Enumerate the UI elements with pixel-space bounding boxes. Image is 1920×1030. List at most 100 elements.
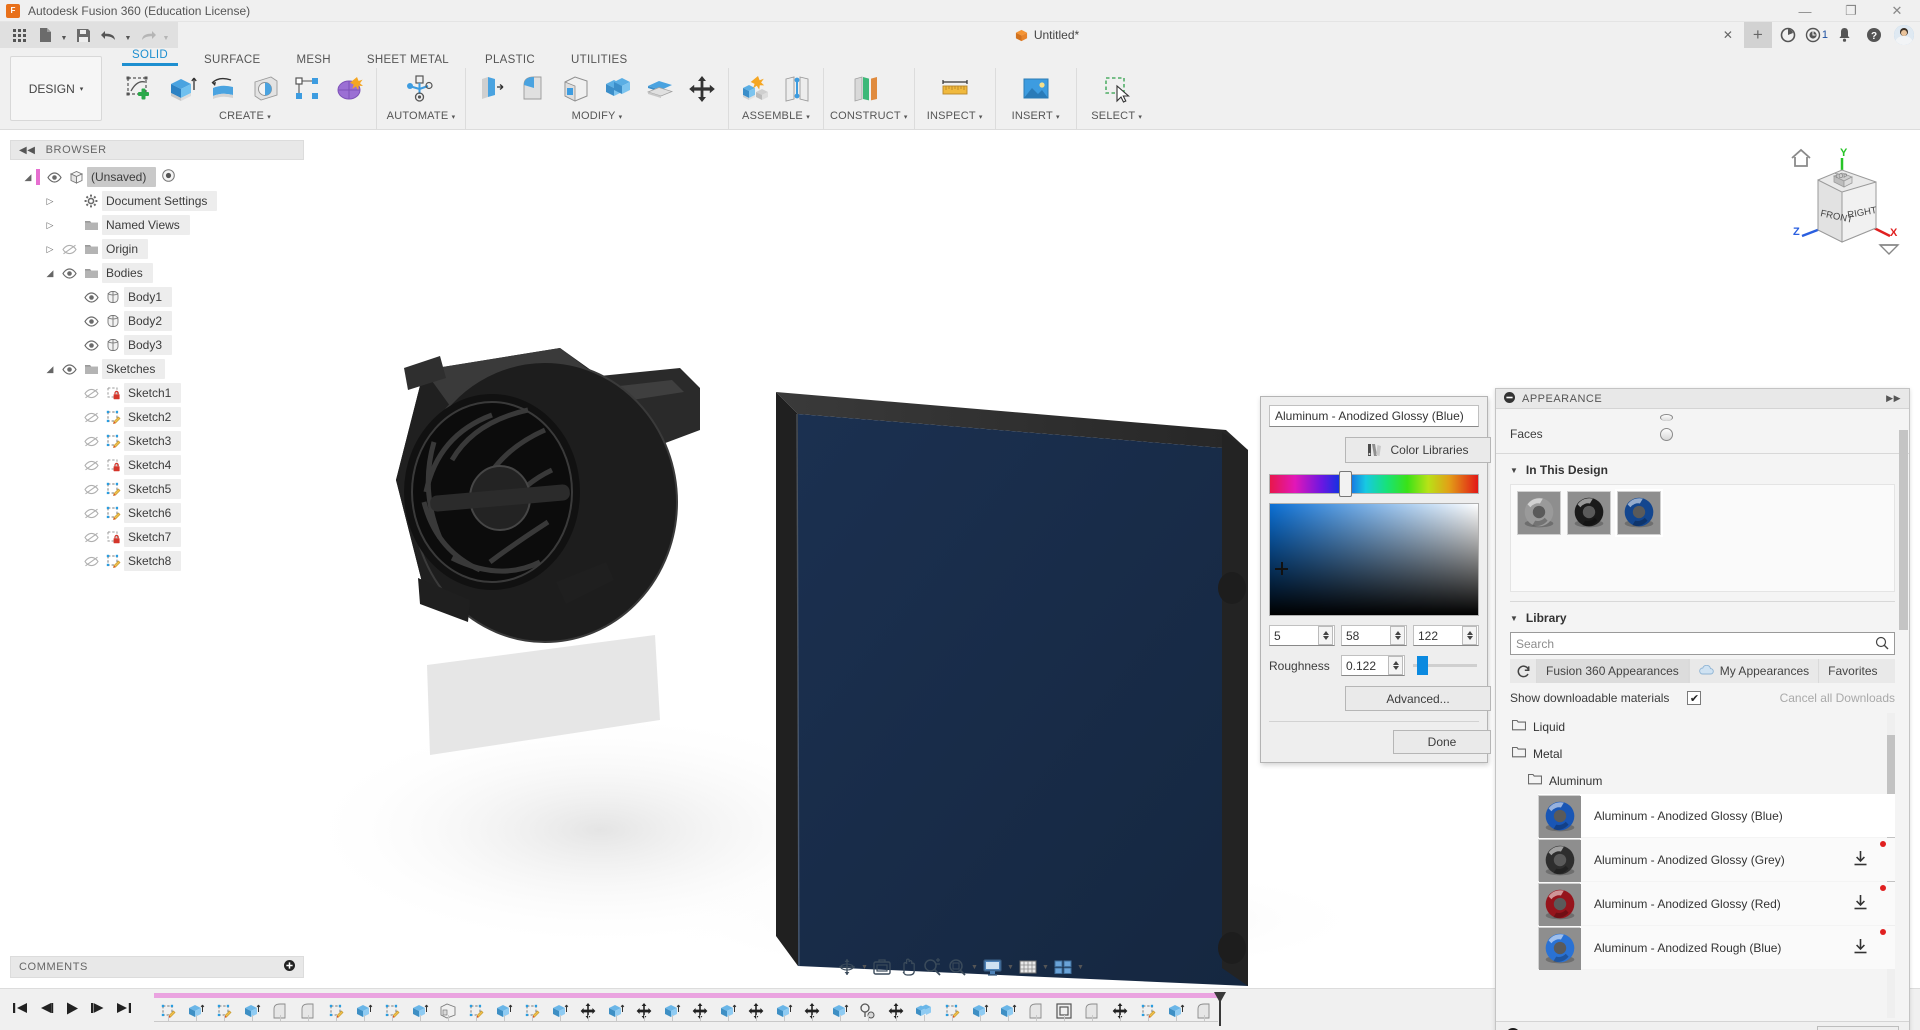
pattern-icon[interactable] (288, 69, 328, 109)
library-folder-aluminum[interactable]: Aluminum (1510, 767, 1895, 794)
search-input[interactable] (1510, 632, 1895, 655)
new-tab-button[interactable]: + (1743, 22, 1772, 48)
tree-expand-arrow-icon[interactable]: ▷ (42, 196, 58, 207)
eye-hidden-icon[interactable] (80, 484, 102, 495)
help-icon[interactable]: ? (1860, 22, 1888, 48)
close-button[interactable]: Close (1817, 1025, 1899, 1030)
show-downloadable-checkbox[interactable]: ✔ (1687, 691, 1702, 705)
download-icon[interactable] (1852, 850, 1869, 870)
ribbon-tab-solid[interactable]: SOLID (114, 49, 186, 68)
roughness-slider[interactable] (1413, 656, 1477, 675)
roughness-stepper[interactable] (1388, 656, 1403, 675)
create-sketch-icon[interactable] (120, 69, 160, 109)
grid-caret-icon[interactable]: ▼ (1041, 964, 1050, 971)
download-icon[interactable] (1852, 894, 1869, 914)
undo-caret-icon[interactable]: ▼ (122, 23, 134, 47)
automate-caret-icon[interactable]: ▾ (452, 114, 456, 121)
new-document-icon[interactable] (32, 23, 58, 47)
tree-expand-arrow-icon[interactable]: ◢ (20, 172, 36, 183)
browser-tree-item-origin[interactable]: ▷ Origin (10, 237, 304, 261)
tree-expand-arrow-icon[interactable]: ▷ (42, 244, 58, 255)
comments-add-icon[interactable] (284, 960, 295, 974)
library-folder-liquid[interactable]: Liquid (1510, 713, 1895, 740)
minimize-button[interactable]: — (1782, 0, 1828, 22)
viewports-caret-icon[interactable]: ▼ (1076, 964, 1085, 971)
hue-slider[interactable] (1269, 471, 1479, 497)
plastic-black-swatch[interactable] (1567, 491, 1611, 535)
browser-tree-item-sketches[interactable]: ◢ Sketches (10, 357, 304, 381)
refresh-icon[interactable] (1510, 659, 1536, 683)
roughness-slider-knob[interactable] (1417, 656, 1428, 675)
redo-icon[interactable] (134, 23, 160, 47)
material-row[interactable]: Aluminum - Anodized Glossy (Blue) (1538, 794, 1895, 838)
browser-header[interactable]: ◀◀ BROWSER (10, 140, 304, 160)
tab-my-appearances[interactable]: My Appearances (1688, 659, 1820, 683)
green-stepper[interactable] (1390, 626, 1405, 645)
insert-caret-icon[interactable]: ▾ (1056, 114, 1060, 121)
step-forward-icon[interactable] (90, 1001, 106, 1018)
pan-icon[interactable] (895, 955, 919, 979)
eye-hidden-icon[interactable] (80, 556, 102, 567)
orbit-icon[interactable] (835, 955, 859, 979)
select-caret-icon[interactable]: ▾ (1138, 114, 1142, 121)
browser-tree-item-sketch5[interactable]: Sketch5 (10, 477, 304, 501)
blue-stepper[interactable] (1462, 626, 1477, 645)
library-triangle-icon[interactable]: ▼ (1510, 614, 1518, 623)
display-settings-icon[interactable] (980, 955, 1005, 979)
download-icon[interactable] (1852, 938, 1869, 958)
joint-icon[interactable] (777, 69, 817, 109)
create-caret-icon[interactable]: ▾ (267, 114, 271, 121)
ribbon-tab-mesh[interactable]: MESH (278, 54, 348, 68)
tab-favorites[interactable]: Favorites (1819, 659, 1886, 683)
shell-icon[interactable] (556, 69, 596, 109)
close-tab-button[interactable]: ✕ (1714, 22, 1742, 48)
job-status-icon[interactable] (1804, 22, 1822, 48)
aluminum-polished-swatch[interactable] (1517, 491, 1561, 535)
in-this-design-header[interactable]: ▼ In This Design (1496, 454, 1909, 484)
eye-hidden-icon[interactable] (58, 244, 80, 255)
eye-visible-icon[interactable] (80, 291, 102, 303)
timeline-marker[interactable] (1212, 991, 1228, 1030)
browser-tree-item-sketch8[interactable]: Sketch8 (10, 549, 304, 573)
browser-tree-item-sketch7[interactable]: Sketch7 (10, 525, 304, 549)
go-to-end-icon[interactable] (116, 1001, 132, 1018)
browser-tree-item-named-views[interactable]: ▷ Named Views (10, 213, 304, 237)
browser-collapse-icon[interactable]: ◀◀ (19, 145, 36, 156)
close-window-button[interactable]: ✕ (1874, 0, 1920, 22)
library-header[interactable]: ▼ Library (1496, 602, 1909, 632)
view-cube[interactable]: Y Z X FRONT RIGHT TOP (1780, 140, 1900, 260)
browser-tree-item-sketch1[interactable]: Sketch1 (10, 381, 304, 405)
material-row[interactable]: Aluminum - Anodized Glossy (Grey) (1538, 838, 1895, 882)
cancel-downloads-button[interactable]: Cancel all Downloads (1780, 691, 1895, 705)
redo-caret-icon[interactable]: ▼ (160, 23, 172, 47)
offset-plane-icon[interactable] (846, 69, 886, 109)
combine-icon[interactable] (598, 69, 638, 109)
red-stepper[interactable] (1318, 626, 1333, 645)
app-grid-icon[interactable] (6, 23, 32, 47)
browser-tree-item-unsaved[interactable]: ◢ (Unsaved) (10, 165, 304, 189)
eye-hidden-icon[interactable] (80, 436, 102, 447)
eye-visible-icon[interactable] (58, 363, 80, 375)
search-icon[interactable] (1875, 636, 1889, 653)
in-this-design-triangle-icon[interactable]: ▼ (1510, 466, 1518, 475)
zoom-icon[interactable] (920, 955, 944, 979)
material-row[interactable]: Aluminum - Anodized Rough (Blue) (1538, 926, 1895, 970)
new-component-icon[interactable] (735, 69, 775, 109)
appearance-scrollbar[interactable] (1899, 430, 1908, 630)
browser-tree-item-sketch4[interactable]: Sketch4 (10, 453, 304, 477)
viewports-icon[interactable] (1051, 955, 1075, 979)
eye-hidden-icon[interactable] (80, 412, 102, 423)
sweep-icon[interactable] (246, 69, 286, 109)
grid-snap-icon[interactable] (1016, 955, 1040, 979)
go-to-beginning-icon[interactable] (12, 1001, 28, 1018)
new-document-caret-icon[interactable]: ▼ (58, 23, 70, 47)
browser-tree-item-sketch3[interactable]: Sketch3 (10, 429, 304, 453)
display-caret-icon[interactable]: ▼ (1006, 964, 1015, 971)
construct-caret-icon[interactable]: ▾ (904, 114, 908, 121)
document-tab[interactable]: Untitled* (1004, 25, 1094, 45)
save-icon[interactable] (70, 23, 96, 47)
appearance-name-input[interactable] (1269, 405, 1479, 427)
fit-caret-icon[interactable]: ▼ (970, 964, 979, 971)
browser-tree-item-body3[interactable]: Body3 (10, 333, 304, 357)
ribbon-tab-sheet-metal[interactable]: SHEET METAL (349, 54, 467, 68)
